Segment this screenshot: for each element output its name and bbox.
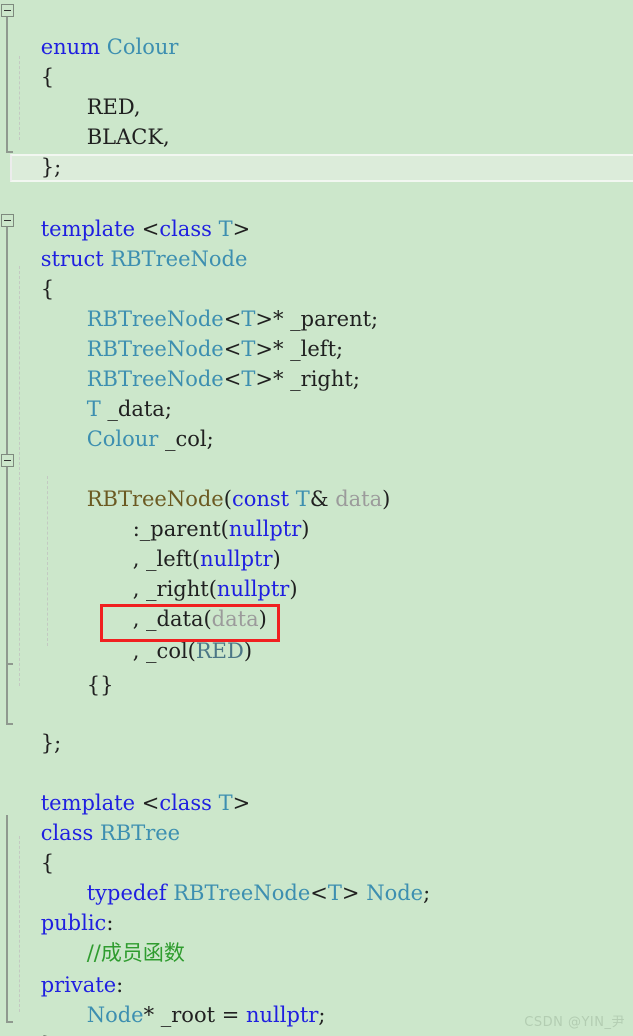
angle-close: > <box>341 881 360 905</box>
type-rbtree: RBTree <box>99 821 181 845</box>
code-line-4[interactable]: BLACK, <box>60 92 170 149</box>
fold-bar-foot-ctor <box>6 663 13 665</box>
init-col: , _col( <box>132 639 196 663</box>
code-line-9[interactable]: { <box>14 244 54 301</box>
code-line-21[interactable]: , _col(RED) <box>106 606 252 663</box>
code-line-22[interactable]: {} <box>60 640 114 697</box>
code-line-1[interactable]: enum Colour <box>14 2 179 59</box>
code-line-28[interactable]: { <box>14 818 54 875</box>
type-param-t: T <box>241 367 256 391</box>
struct-close: }; <box>40 731 62 755</box>
enum-close: }; <box>40 155 62 179</box>
code-line-13[interactable]: T _data; <box>60 364 172 421</box>
type-colour: Colour <box>106 35 179 59</box>
code-line-33[interactable]: Node* _root = nullptr; <box>60 970 326 1027</box>
keyword-nullptr: nullptr <box>245 1003 319 1027</box>
code-line-7[interactable]: template <class T> <box>14 184 251 241</box>
angle-open: < <box>223 367 242 391</box>
current-line-highlight <box>10 154 633 182</box>
code-line-30[interactable]: public: <box>14 878 114 935</box>
indent-guide-ctor <box>47 476 48 646</box>
code-line-26[interactable]: template <class T> <box>14 758 251 815</box>
code-line-24[interactable]: }; <box>14 698 61 755</box>
code-line-3[interactable]: RED, <box>60 62 141 119</box>
fold-bar-enum <box>6 17 8 151</box>
fold-bar-foot-enum <box>6 151 13 153</box>
paren-close: ) <box>301 517 310 541</box>
paren-close: ) <box>258 607 267 631</box>
angle-close: > <box>232 791 251 815</box>
member-col: _col; <box>158 427 214 451</box>
type-rbtreenode: RBTreeNode <box>110 247 248 271</box>
semicolon: ; <box>423 881 431 905</box>
code-line-17[interactable]: :_parent(nullptr) <box>106 484 310 541</box>
fold-bar-ctor <box>6 467 8 663</box>
fold-marker-struct[interactable] <box>1 214 14 227</box>
code-line-11[interactable]: RBTreeNode<T>* _left; <box>60 304 343 361</box>
ampersand: & <box>309 487 329 511</box>
code-line-31[interactable]: //成员函数 <box>60 908 185 965</box>
code-line-34[interactable]: }; <box>14 1000 61 1036</box>
code-line-16[interactable]: RBTreeNode(const T& data) <box>60 454 391 511</box>
fold-bar-foot-class <box>6 1021 13 1023</box>
code-line-29[interactable]: typedef RBTreeNode<T> Node; <box>60 848 430 905</box>
type-param-t: T <box>327 881 342 905</box>
member-root: * _root = <box>143 1003 246 1027</box>
paren-close: ) <box>289 577 298 601</box>
code-line-10[interactable]: RBTreeNode<T>* _parent; <box>60 274 378 331</box>
code-line-27[interactable]: class RBTree <box>14 788 180 845</box>
brace-open: { <box>40 65 55 89</box>
code-line-32[interactable]: private: <box>14 940 124 997</box>
fold-bar-class <box>6 815 8 1021</box>
code-editor[interactable]: enum Colour { RED, BLACK, }; template <c… <box>0 0 633 1036</box>
member-right: * _right; <box>272 367 360 391</box>
fold-bar-foot-struct <box>6 723 13 725</box>
code-line-5[interactable]: }; <box>14 122 61 179</box>
code-line-18[interactable]: , _left(nullptr) <box>106 514 281 571</box>
semicolon: ; <box>318 1003 326 1027</box>
code-line-14[interactable]: Colour _col; <box>60 394 214 451</box>
enum-value-red: RED <box>195 639 244 663</box>
fold-marker-ctor[interactable] <box>1 454 14 467</box>
angle-open: < <box>310 881 328 905</box>
type-rbtreenode: RBTreeNode <box>173 881 311 905</box>
code-line-12[interactable]: RBTreeNode<T>* _right; <box>60 334 360 391</box>
brace-open-struct: { <box>40 277 55 301</box>
brace-open-class: { <box>40 851 55 875</box>
type-alias-node: Node <box>366 881 424 905</box>
angle-close: > <box>255 367 273 391</box>
type-alias-node: Node <box>86 1003 144 1027</box>
fold-marker-enum[interactable] <box>1 4 14 17</box>
code-line-19[interactable]: , _right(nullptr) <box>106 544 298 601</box>
enum-value-black: BLACK, <box>86 125 170 149</box>
parameter-data: data <box>335 487 383 511</box>
watermark: CSDN @YIN_尹 <box>524 1015 625 1030</box>
code-line-20[interactable]: , _data(data) <box>106 574 267 631</box>
type-colour: Colour <box>86 427 159 451</box>
code-line-2[interactable]: { <box>14 32 54 89</box>
empty-body-braces: {} <box>86 673 114 697</box>
code-line-8[interactable]: struct RBTreeNode <box>14 214 248 271</box>
type-param-t: T <box>218 791 233 815</box>
paren-close: ) <box>382 487 391 511</box>
paren-close: ) <box>243 639 253 663</box>
